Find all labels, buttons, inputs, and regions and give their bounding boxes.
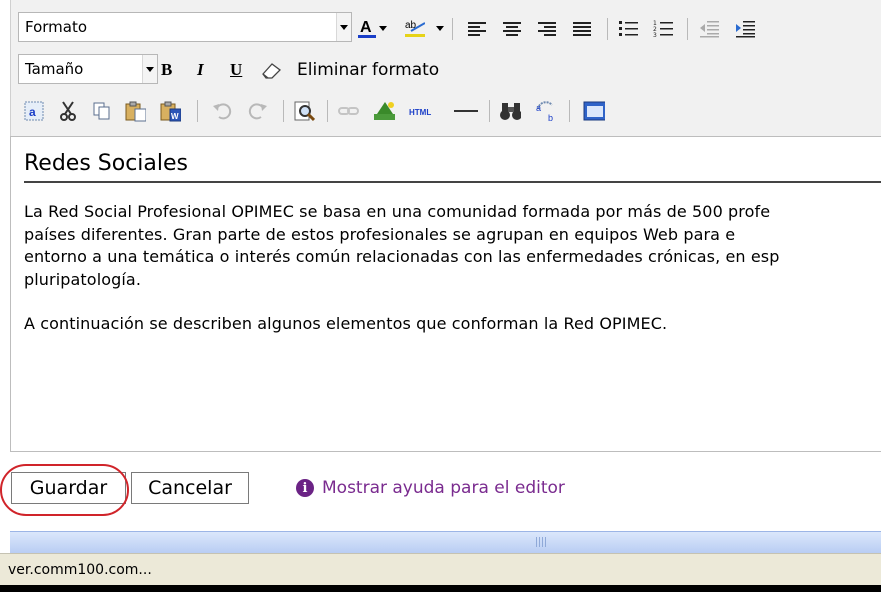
font-color-icon: A <box>358 19 376 38</box>
redo-button[interactable] <box>247 100 269 122</box>
horizontal-rule-icon <box>454 110 478 112</box>
image-icon <box>374 102 395 120</box>
paragraph-line: La Red Social Profesional OPIMEC se basa… <box>24 202 771 221</box>
undo-icon <box>213 103 232 120</box>
align-right-button[interactable] <box>536 18 558 40</box>
remove-format-label[interactable]: Eliminar formato <box>297 59 439 81</box>
browser-status-bar: ver.comm100.com... <box>0 553 881 585</box>
paragraph-line: países diferentes. Gran parte de estos p… <box>24 224 736 244</box>
scissors-icon <box>60 101 76 121</box>
paragraph-line: entorno a una temática o interés común r… <box>24 247 780 266</box>
copy-button[interactable] <box>91 100 113 122</box>
paragraph-line: pluripatología. <box>24 269 142 289</box>
select-all-icon: a <box>24 101 44 121</box>
numbered-list-button[interactable]: 123 <box>653 18 675 40</box>
remove-format-button[interactable] <box>260 59 282 81</box>
outdent-icon <box>700 21 719 38</box>
save-button-highlight <box>0 464 129 516</box>
editor-content-area[interactable]: Redes Sociales La Red Social Profesional… <box>10 136 881 452</box>
paste-button[interactable] <box>124 100 146 122</box>
link-button[interactable] <box>337 100 359 122</box>
paragraph-line: A continuación se describen algunos elem… <box>24 314 668 333</box>
undo-button[interactable] <box>211 100 233 122</box>
font-size-select[interactable]: Tamaño <box>18 54 158 84</box>
toolbar-separator <box>327 100 328 122</box>
copy-icon <box>93 102 110 120</box>
paste-from-word-button[interactable]: W <box>159 100 181 122</box>
svg-text:b: b <box>548 113 553 123</box>
toolbar-separator <box>283 100 284 122</box>
toolbar-separator <box>569 100 570 122</box>
toolbar-separator <box>687 18 688 40</box>
find-button[interactable] <box>499 100 521 122</box>
svg-text:3: 3 <box>653 32 657 39</box>
toolbar-separator <box>197 100 198 122</box>
svg-text:A: A <box>360 19 372 36</box>
editor-help-link[interactable]: i Mostrar ayuda para el editor <box>296 478 565 498</box>
format-select-value: Formato <box>25 18 88 36</box>
chevron-down-icon <box>142 55 157 83</box>
font-color-button[interactable]: A <box>356 17 378 39</box>
chevron-down-icon <box>336 13 351 41</box>
toolbar-separator <box>489 100 490 122</box>
redo-icon <box>248 103 267 120</box>
maximize-icon <box>583 101 605 121</box>
align-left-icon <box>468 22 486 36</box>
justify-button[interactable] <box>571 18 593 40</box>
preview-button[interactable] <box>293 100 315 122</box>
indent-icon <box>736 21 755 38</box>
select-all-button[interactable]: a <box>23 100 45 122</box>
svg-text:HTML: HTML <box>409 108 431 117</box>
preview-icon <box>294 101 315 122</box>
justify-icon <box>573 22 591 36</box>
insert-image-button[interactable] <box>373 100 395 122</box>
insert-html-button[interactable]: HTML <box>407 100 441 122</box>
horizontal-rule-button[interactable] <box>451 100 481 122</box>
horizontal-scrollbar[interactable] <box>10 531 881 553</box>
scrollbar-grip[interactable] <box>536 537 546 547</box>
eraser-icon <box>262 63 281 79</box>
paste-word-icon: W <box>160 101 181 122</box>
align-center-button[interactable] <box>501 18 523 40</box>
content-heading: Redes Sociales <box>24 151 189 176</box>
status-url: ver.comm100.com... <box>8 562 152 578</box>
svg-text:a: a <box>536 103 541 113</box>
window-bottom-edge <box>0 585 881 592</box>
replace-button[interactable]: ab <box>534 100 556 123</box>
indent-button[interactable] <box>735 18 757 40</box>
outdent-button[interactable] <box>699 18 721 40</box>
toolbar-separator <box>452 18 453 40</box>
editor-toolbar: Formato A ab 123 Tamaño B I U Eliminar f… <box>10 0 881 136</box>
underline-button[interactable]: U <box>230 59 242 81</box>
heading-underline <box>24 181 881 183</box>
binoculars-icon <box>500 103 521 120</box>
replace-icon: ab <box>536 101 553 123</box>
maximize-button[interactable] <box>583 100 605 122</box>
bulleted-list-button[interactable] <box>618 18 640 40</box>
align-left-button[interactable] <box>466 18 488 40</box>
svg-text:a: a <box>29 105 36 119</box>
editor-help-label: Mostrar ayuda para el editor <box>322 478 565 498</box>
font-size-select-value: Tamaño <box>25 60 84 78</box>
align-center-icon <box>503 22 521 36</box>
bold-button[interactable]: B <box>161 59 172 81</box>
cut-button[interactable] <box>57 100 79 122</box>
align-right-icon <box>538 22 556 36</box>
cancel-button[interactable]: Cancelar <box>131 472 249 504</box>
italic-button[interactable]: I <box>197 59 204 81</box>
format-select[interactable]: Formato <box>18 12 352 42</box>
highlight-pen-icon: ab <box>405 20 425 37</box>
bulleted-list-icon <box>619 21 638 36</box>
highlight-color-button[interactable]: ab <box>403 17 425 39</box>
link-icon <box>338 107 359 115</box>
numbered-list-icon: 123 <box>653 20 673 39</box>
svg-text:W: W <box>171 112 179 121</box>
info-icon: i <box>296 479 314 497</box>
paste-icon <box>125 101 146 122</box>
toolbar-separator <box>607 18 608 40</box>
html-icon: HTML <box>409 108 431 117</box>
chevron-down-icon[interactable] <box>436 26 444 32</box>
chevron-down-icon[interactable] <box>379 26 387 32</box>
